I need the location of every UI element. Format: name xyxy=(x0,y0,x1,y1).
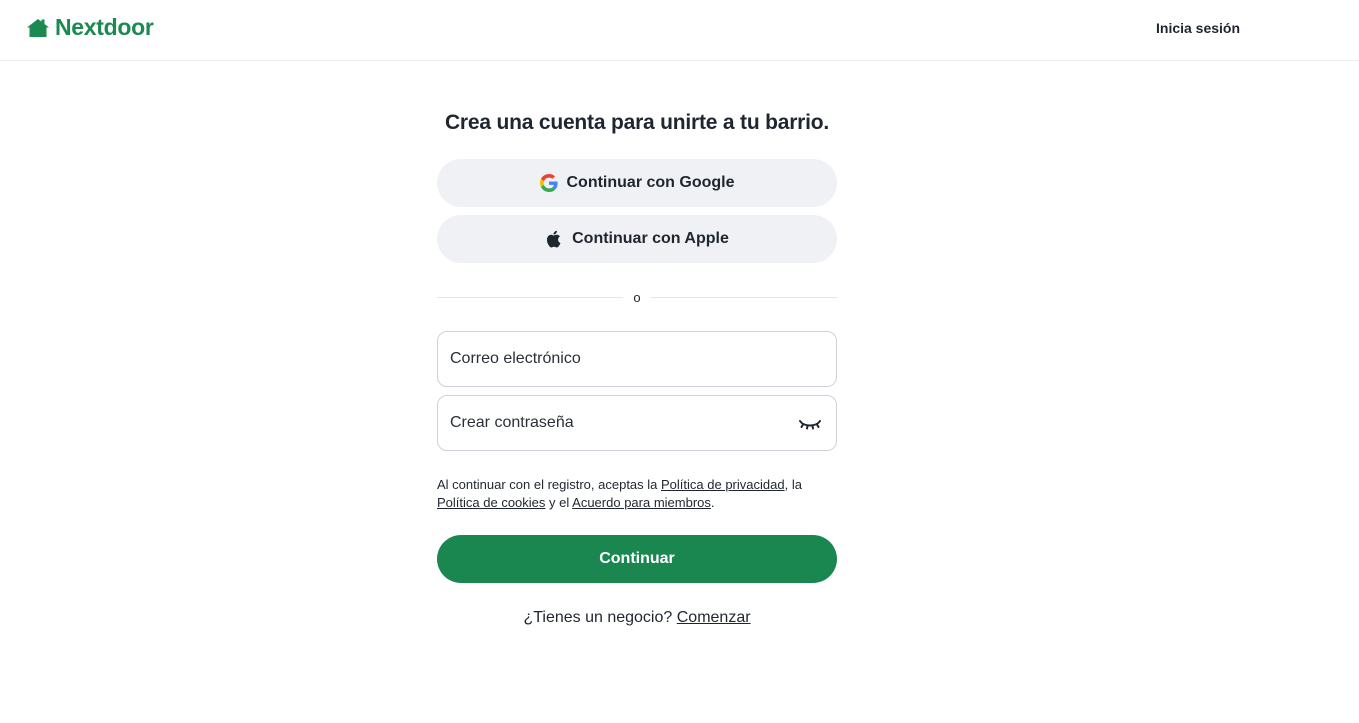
continue-button[interactable]: Continuar xyxy=(437,535,837,583)
legal-suffix: . xyxy=(710,495,715,510)
eye-closed-icon[interactable] xyxy=(798,414,822,434)
password-field-container xyxy=(437,395,837,451)
google-button-label: Continuar con Google xyxy=(566,174,735,191)
apple-icon xyxy=(545,230,563,248)
privacy-policy-link[interactable]: Política de privacidad xyxy=(661,477,785,492)
top-bar: Nextdoor Inicia sesión xyxy=(0,0,1359,61)
continue-with-google-button[interactable]: Continuar con Google xyxy=(437,159,837,207)
password-input[interactable] xyxy=(438,396,836,450)
cookie-policy-link[interactable]: Política de cookies xyxy=(437,495,545,510)
legal-sep-2: y el xyxy=(545,495,573,510)
business-question: ¿Tienes un negocio? xyxy=(523,609,673,626)
nextdoor-logo[interactable]: Nextdoor xyxy=(26,14,154,41)
signin-link[interactable]: Inicia sesión xyxy=(1156,20,1240,36)
divider-line-left xyxy=(437,297,623,298)
house-icon xyxy=(26,16,50,40)
page-title: Crea una cuenta para unirte a tu barrio. xyxy=(444,111,830,134)
google-icon xyxy=(539,174,558,192)
legal-sep-1: , la xyxy=(784,477,802,492)
business-prompt: ¿Tienes un negocio? Comenzar xyxy=(437,609,837,627)
legal-prefix: Al continuar con el registro, aceptas la xyxy=(437,477,662,492)
or-divider: o xyxy=(437,288,837,308)
member-agreement-link[interactable]: Acuerdo para miembros xyxy=(572,495,711,510)
continue-with-apple-button[interactable]: Continuar con Apple xyxy=(437,215,837,263)
brand-name: Nextdoor xyxy=(55,14,154,40)
divider-line-right xyxy=(651,297,837,298)
divider-text: o xyxy=(633,290,641,305)
business-start-link[interactable]: Comenzar xyxy=(677,609,751,626)
legal-notice: Al continuar con el registro, aceptas la… xyxy=(437,476,837,512)
email-field-container xyxy=(437,331,837,387)
email-input[interactable] xyxy=(438,332,836,386)
apple-button-label: Continuar con Apple xyxy=(572,230,729,247)
